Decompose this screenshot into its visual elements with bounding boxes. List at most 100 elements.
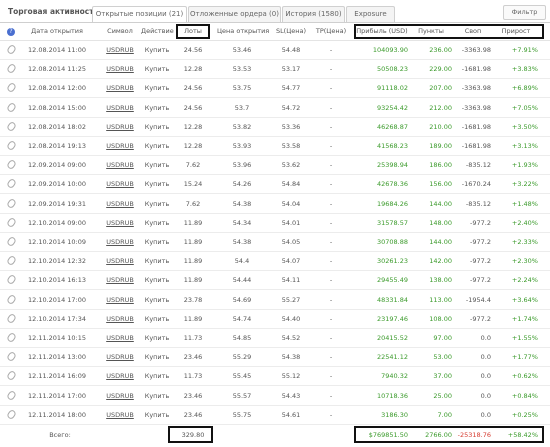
column-symbol[interactable]: Символ xyxy=(100,22,140,40)
table-row[interactable]: 12.11.2014 10:15 USDRUB Купить 11.73 54.85 54… xyxy=(0,329,550,348)
cell-symbol[interactable]: USDRUB xyxy=(100,387,140,405)
table-row[interactable]: 12.11.2014 16:09 USDRUB Купить 11.73 55.45 55… xyxy=(0,367,550,387)
cell-sl-price: 54.48 xyxy=(281,46,301,54)
column-tp[interactable]: TP(Цена) xyxy=(312,22,350,40)
cell-action: Купить xyxy=(144,180,170,189)
cell-open-date: 12.11.2014 17:00 xyxy=(27,391,86,400)
paperclip-icon[interactable] xyxy=(4,214,18,234)
column-open-price[interactable]: Цена открытия xyxy=(217,22,269,40)
paperclip-icon[interactable] xyxy=(4,291,18,311)
cell-symbol[interactable]: USDRUB xyxy=(100,60,140,78)
table-row[interactable]: 12.08.2014 19:13 USDRUB Купить 12.28 53.93 53… xyxy=(0,137,550,156)
cell-symbol[interactable]: USDRUB xyxy=(100,156,140,174)
table-row[interactable]: 12.11.2014 13:00 USDRUB Купить 23.46 55.29 54… xyxy=(0,348,550,368)
help-icon[interactable]: ? xyxy=(4,22,18,40)
cell-symbol[interactable]: USDRUB xyxy=(100,271,140,289)
table-row[interactable]: 12.10.2014 17:34 USDRUB Купить 11.89 54.74 54… xyxy=(0,310,550,329)
cell-symbol[interactable]: USDRUB xyxy=(100,79,140,97)
cell-symbol[interactable]: USDRUB xyxy=(100,137,140,155)
table-row[interactable]: 12.10.2014 16:13 USDRUB Купить 11.89 54.44 54… xyxy=(0,271,550,291)
cell-tp-price: - xyxy=(329,46,333,54)
paperclip-icon[interactable] xyxy=(4,233,18,253)
cell-action: Купить xyxy=(144,103,170,112)
paperclip-icon[interactable] xyxy=(4,271,18,291)
column-action[interactable]: Действие xyxy=(141,22,174,40)
paperclip-icon[interactable] xyxy=(4,195,18,215)
cell-action: Купить xyxy=(144,161,170,170)
cell-swap: -3363.98 xyxy=(461,103,491,112)
column-date[interactable]: Дата открытия xyxy=(20,22,94,40)
cell-sl-price: 54.40 xyxy=(281,314,301,323)
column-sl[interactable]: SL(Цена) xyxy=(272,22,310,40)
paperclip-icon[interactable] xyxy=(4,60,18,80)
cell-tp-price: - xyxy=(329,372,333,381)
paperclip-icon[interactable] xyxy=(4,156,18,176)
table-row[interactable]: 12.10.2014 12:32 USDRUB Купить 11.89 54.4 54.… xyxy=(0,252,550,272)
paperclip-icon[interactable] xyxy=(4,348,18,368)
paperclip-icon[interactable] xyxy=(4,367,18,387)
tab-pending-orders[interactable]: Отложенные ордера (0) xyxy=(188,6,281,22)
cell-swap: -977.2 xyxy=(470,218,491,227)
cell-lots: 23.46 xyxy=(183,353,203,362)
paperclip-icon[interactable] xyxy=(4,175,18,195)
cell-lots: 15.24 xyxy=(183,180,203,189)
paperclip-icon[interactable] xyxy=(4,387,18,407)
paperclip-icon[interactable] xyxy=(4,79,18,99)
cell-lots: 11.73 xyxy=(183,334,203,342)
tab-open-positions[interactable]: Открытые позиции (21) xyxy=(92,6,187,22)
table-row[interactable]: 12.08.2014 11:00 USDRUB Купить 24.56 53.46 54… xyxy=(0,41,550,60)
table-row[interactable]: 12.08.2014 15:00 USDRUB Купить 24.56 53.7 54.… xyxy=(0,99,550,118)
cell-symbol[interactable]: USDRUB xyxy=(100,195,140,213)
cell-symbol[interactable]: USDRUB xyxy=(100,99,140,117)
cell-symbol[interactable]: USDRUB xyxy=(100,175,140,193)
cell-symbol[interactable]: USDRUB xyxy=(100,406,140,424)
cell-swap: -3363.98 xyxy=(461,84,491,93)
cell-symbol[interactable]: USDRUB xyxy=(100,214,140,232)
cell-symbol[interactable]: USDRUB xyxy=(100,233,140,251)
table-row[interactable]: 12.10.2014 17:00 USDRUB Купить 23.78 54.69 55… xyxy=(0,291,550,310)
table-row[interactable]: 12.08.2014 18:02 USDRUB Купить 12.28 53.82 53… xyxy=(0,118,550,137)
paperclip-icon[interactable] xyxy=(4,41,18,61)
cell-symbol[interactable]: USDRUB xyxy=(100,310,140,328)
cell-open-price: 55.29 xyxy=(232,353,252,362)
table-row[interactable]: 12.10.2014 09:00 USDRUB Купить 11.89 54.34 54… xyxy=(0,214,550,233)
tab-exposure[interactable]: Exposure xyxy=(346,6,395,22)
paperclip-icon[interactable] xyxy=(4,99,18,119)
table-row[interactable]: 12.08.2014 11:25 USDRUB Купить 12.28 53.53 53… xyxy=(0,60,550,80)
cell-action: Купить xyxy=(144,353,170,362)
cell-symbol[interactable]: USDRUB xyxy=(100,291,140,309)
cell-swap: 0.0 xyxy=(480,391,491,400)
tab-history[interactable]: История (1580) xyxy=(282,6,345,22)
cell-symbol[interactable]: USDRUB xyxy=(100,118,140,136)
table-row[interactable]: 12.09.2014 09:00 USDRUB Купить 7.62 53.96 53.… xyxy=(0,156,550,176)
paperclip-icon[interactable] xyxy=(4,118,18,138)
paperclip-icon[interactable] xyxy=(4,137,18,157)
cell-symbol[interactable]: USDRUB xyxy=(100,367,140,385)
cell-swap: 0.0 xyxy=(480,334,491,342)
table-row[interactable]: 12.08.2014 12:00 USDRUB Купить 24.56 53.75 54… xyxy=(0,79,550,99)
cell-sl-price: 54.61 xyxy=(281,410,301,419)
filter-button[interactable]: Фильтр xyxy=(503,5,546,20)
table-row[interactable]: 12.09.2014 10:00 USDRUB Купить 15.24 54.26 54… xyxy=(0,175,550,195)
table-row[interactable]: 12.11.2014 18:00 USDRUB Купить 23.46 55.75 54… xyxy=(0,406,550,425)
cell-symbol[interactable]: USDRUB xyxy=(100,329,140,347)
paperclip-icon[interactable] xyxy=(4,310,18,330)
paperclip-icon[interactable] xyxy=(4,406,18,426)
cell-growth: +2.33% xyxy=(511,238,538,246)
cell-symbol[interactable]: USDRUB xyxy=(100,252,140,270)
cell-tp-price: - xyxy=(329,161,333,170)
paperclip-icon[interactable] xyxy=(4,329,18,349)
cell-swap: -1681.98 xyxy=(461,65,491,74)
table-row[interactable]: 12.11.2014 17:00 USDRUB Купить 23.46 55.57 54… xyxy=(0,387,550,406)
cell-open-date: 12.08.2014 12:00 xyxy=(27,84,86,93)
cell-open-date: 12.11.2014 10:15 xyxy=(27,334,86,342)
table-row[interactable]: 12.10.2014 10:09 USDRUB Купить 11.89 54.38 54… xyxy=(0,233,550,252)
cell-sl-price: 54.72 xyxy=(281,103,301,112)
cell-lots: 12.28 xyxy=(183,122,203,131)
cell-symbol[interactable]: USDRUB xyxy=(100,41,140,59)
table-row[interactable]: 12.09.2014 19:31 USDRUB Купить 7.62 54.38 54.… xyxy=(0,195,550,214)
paperclip-icon[interactable] xyxy=(4,252,18,272)
cell-points: 7.00 xyxy=(437,410,452,419)
cell-open-date: 12.08.2014 15:00 xyxy=(27,103,86,112)
cell-symbol[interactable]: USDRUB xyxy=(100,348,140,366)
